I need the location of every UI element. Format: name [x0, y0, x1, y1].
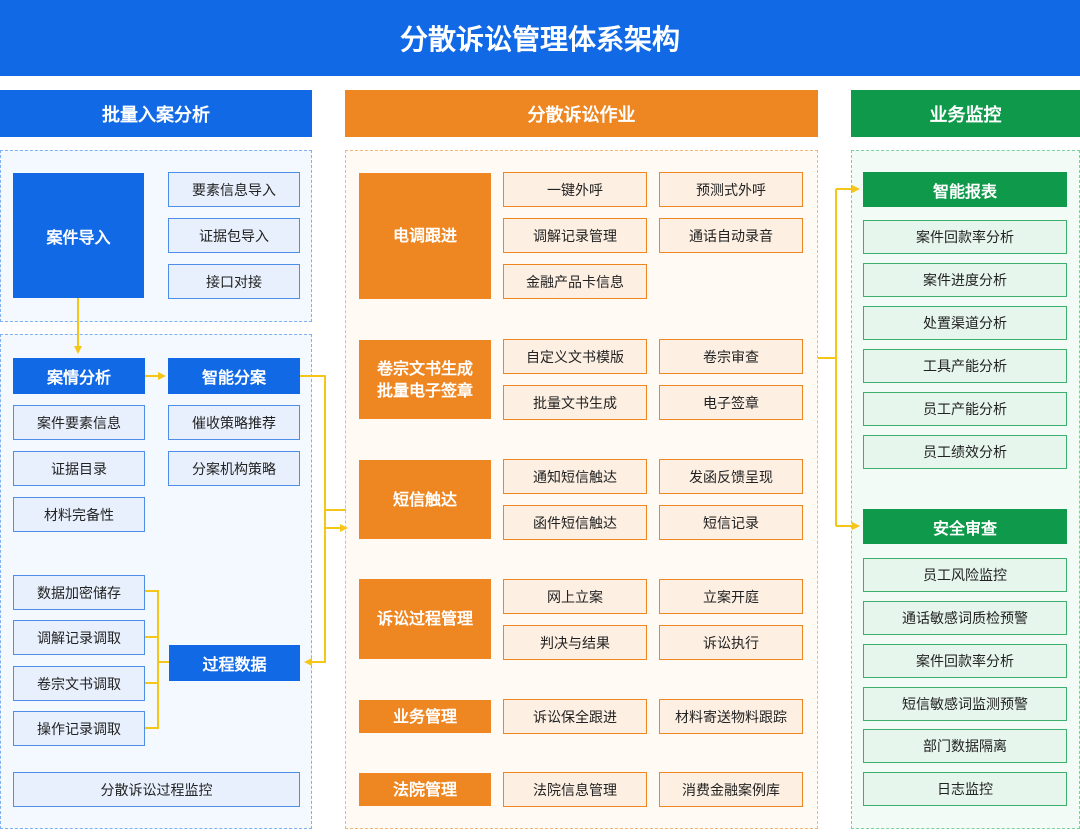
arrow-ops-to-process-data: [304, 509, 346, 666]
assign-item: 分案机构策略: [168, 451, 300, 486]
ops-group-label: 电调跟进: [359, 173, 491, 299]
import-item: 证据包导入: [168, 218, 300, 253]
report-item: 员工产能分析: [863, 392, 1067, 426]
ops-group-label: 短信触达: [359, 460, 491, 539]
ops-item: 卷宗审查: [659, 339, 803, 374]
ops-group-label: 卷宗文书生成 批量电子签章: [359, 340, 491, 419]
ops-item: 通知短信触达: [503, 459, 647, 494]
ops-item: 诉讼保全跟进: [503, 699, 647, 734]
ops-group-label: 法院管理: [359, 773, 491, 806]
security-audit-block: 安全审查: [863, 509, 1067, 544]
audit-item: 通话敏感词质检预警: [863, 601, 1067, 635]
ops-item: 判决与结果: [503, 625, 647, 660]
audit-item: 员工风险监控: [863, 558, 1067, 592]
ops-item: 发函反馈呈现: [659, 459, 803, 494]
data-item: 数据加密储存: [13, 575, 145, 610]
case-analysis-block: 案情分析: [13, 358, 145, 394]
ops-item: 一键外呼: [503, 172, 647, 207]
page-title: 分散诉讼管理体系架构: [0, 0, 1080, 76]
audit-item: 短信敏感词监测预警: [863, 687, 1067, 721]
audit-item: 案件回款率分析: [863, 644, 1067, 678]
data-item: 操作记录调取: [13, 711, 145, 746]
process-monitor-item: 分散诉讼过程监控: [13, 772, 300, 807]
ops-item: 电子签章: [659, 385, 803, 420]
ops-item: 调解记录管理: [503, 218, 647, 253]
data-item: 卷宗文书调取: [13, 666, 145, 701]
ops-item: 批量文书生成: [503, 385, 647, 420]
analysis-item: 材料完备性: [13, 497, 145, 532]
report-item: 工具产能分析: [863, 349, 1067, 383]
case-import-block: 案件导入: [13, 173, 144, 298]
analysis-item: 证据目录: [13, 451, 145, 486]
column-header-business-monitor: 业务监控: [851, 90, 1080, 137]
report-item: 案件回款率分析: [863, 220, 1067, 254]
audit-item: 日志监控: [863, 772, 1067, 806]
assign-item: 催收策略推荐: [168, 405, 300, 440]
report-item: 案件进度分析: [863, 263, 1067, 297]
smart-report-block: 智能报表: [863, 172, 1067, 207]
smart-assign-block: 智能分案: [168, 358, 300, 394]
ops-item: 金融产品卡信息: [503, 264, 647, 299]
ops-item: 材料寄送物料跟踪: [659, 699, 803, 734]
ops-item: 网上立案: [503, 579, 647, 614]
ops-item: 自定义文书模版: [503, 339, 647, 374]
audit-item: 部门数据隔离: [863, 729, 1067, 763]
ops-item: 预测式外呼: [659, 172, 803, 207]
import-item: 接口对接: [168, 264, 300, 299]
import-item: 要素信息导入: [168, 172, 300, 207]
ops-item: 函件短信触达: [503, 505, 647, 540]
ops-item: 短信记录: [659, 505, 803, 540]
report-item: 员工绩效分析: [863, 435, 1067, 469]
analysis-item: 案件要素信息: [13, 405, 145, 440]
ops-item: 诉讼执行: [659, 625, 803, 660]
data-item: 调解记录调取: [13, 620, 145, 655]
ops-item: 法院信息管理: [503, 772, 647, 807]
ops-group-label: 业务管理: [359, 700, 491, 733]
process-data-block: 过程数据: [169, 645, 300, 681]
ops-item: 消费金融案例库: [659, 772, 803, 807]
ops-item: 通话自动录音: [659, 218, 803, 253]
report-item: 处置渠道分析: [863, 306, 1067, 340]
ops-group-label: 诉讼过程管理: [359, 579, 491, 659]
column-header-batch-intake: 批量入案分析: [0, 90, 312, 137]
ops-item: 立案开庭: [659, 579, 803, 614]
column-header-litigation-ops: 分散诉讼作业: [345, 90, 818, 137]
